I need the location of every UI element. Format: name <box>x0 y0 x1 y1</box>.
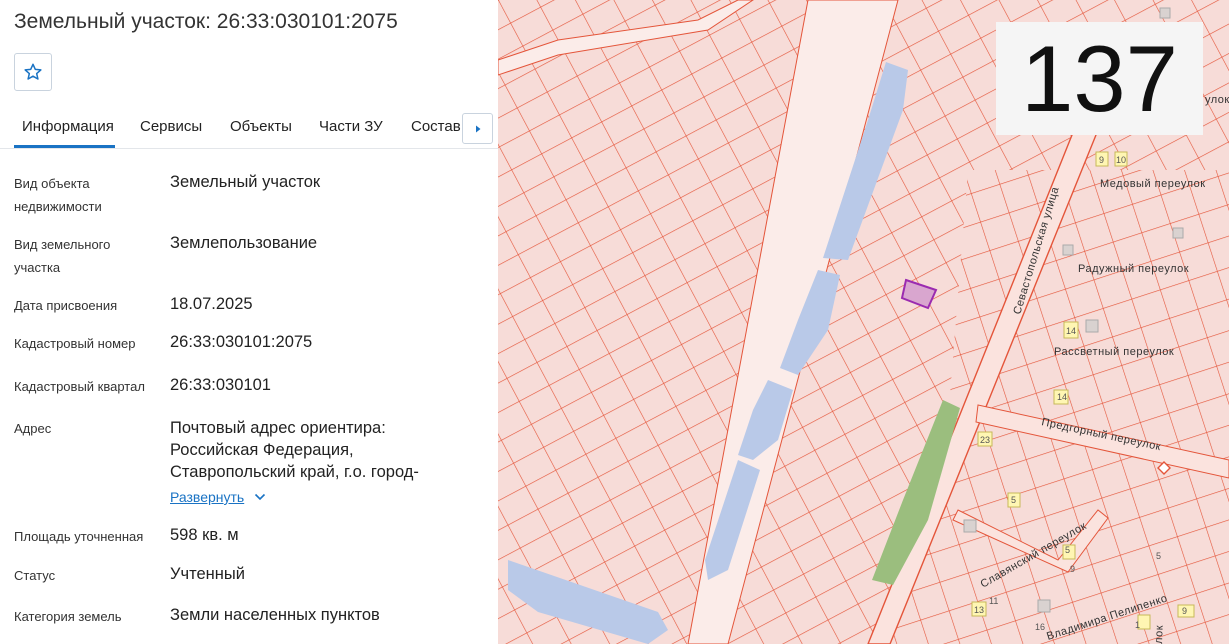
field-value-land-category: Земли населенных пунктов <box>170 606 380 624</box>
building-gray <box>1062 244 1074 256</box>
field-value-status: Учтенный <box>170 565 245 583</box>
street-label-ulok: улок <box>1205 94 1229 106</box>
house-number: 13 <box>974 605 984 615</box>
house-number: 9 <box>1099 155 1104 165</box>
chevron-down-icon <box>255 493 266 501</box>
tabs-scroll-right-button[interactable] <box>462 113 493 144</box>
field-label-cadastral-number: Кадастровый номер <box>14 336 136 351</box>
house-number: 11 <box>989 596 998 606</box>
house-number: 14 <box>1066 326 1076 336</box>
house-number: 16 <box>1035 622 1045 632</box>
building-gray <box>963 519 977 533</box>
street-label-medovy: Медовый переулок <box>1100 178 1206 190</box>
building-gray <box>1037 599 1051 613</box>
field-label-cadastral-quarter: Кадастровый квартал <box>14 379 145 394</box>
page-title: Земельный участок: 26:33:030101:2075 <box>14 10 398 33</box>
tab-composition[interactable]: Состав <box>411 118 461 135</box>
street-label-raduzhny: Радужный переулок <box>1078 263 1189 275</box>
building-gray <box>1085 319 1099 333</box>
street-label-lok: лок <box>1153 625 1166 644</box>
expand-address-link[interactable]: Развернуть <box>170 489 266 505</box>
house-number: 1 <box>1135 620 1140 630</box>
field-label-assign-date: Дата присвоения <box>14 298 118 313</box>
tab-parts[interactable]: Части ЗУ <box>319 118 383 135</box>
building-gray <box>1172 227 1184 239</box>
house-number: 14 <box>1057 392 1067 402</box>
active-tab-indicator <box>14 145 115 148</box>
house-number: 5 <box>1011 495 1016 505</box>
tabs-bar: Информация Сервисы Объекты Части ЗУ Сост… <box>0 104 498 149</box>
house-number: 10 <box>1116 155 1126 165</box>
expand-label: Развернуть <box>170 489 245 505</box>
field-label-land-type: Вид земельного участка <box>14 237 111 275</box>
caret-right-icon <box>475 125 480 132</box>
field-label-land-category: Категория земель <box>14 609 122 624</box>
field-value-land-type: Землепользование <box>170 234 318 252</box>
field-value-address: Почтовый адрес ориентира: Российская Фед… <box>170 419 419 481</box>
street-label-rassvetny: Рассветный переулок <box>1054 346 1174 358</box>
photo-counter: 137 <box>996 22 1203 135</box>
tab-information[interactable]: Информация <box>22 118 114 135</box>
field-value-cadastral-quarter: 26:33:030101 <box>170 376 271 394</box>
field-label-address: Адрес <box>14 421 52 436</box>
field-label-status: Статус <box>14 568 56 583</box>
field-value-cadastral-number: 26:33:030101:2075 <box>170 333 313 351</box>
house-number: 9 <box>1070 564 1075 574</box>
field-value-assign-date: 18.07.2025 <box>170 295 253 313</box>
info-panel: Земельный участок: 26:33:030101:2075 Инф… <box>0 0 498 644</box>
field-value-area: 598 кв. м <box>170 526 239 544</box>
tab-services[interactable]: Сервисы <box>140 118 202 135</box>
field-value-object-type: Земельный участок <box>170 173 321 191</box>
house-number: 5 <box>1065 545 1070 555</box>
house-number: 5 <box>1156 551 1161 561</box>
tab-objects[interactable]: Объекты <box>230 118 292 135</box>
house-number: 9 <box>1182 606 1187 616</box>
building-gray <box>1159 7 1171 19</box>
star-icon <box>24 63 42 80</box>
house-number: 23 <box>980 435 990 445</box>
favorite-button[interactable] <box>14 53 52 91</box>
field-label-object-type: Вид объекта недвижимости <box>14 176 102 214</box>
field-label-area: Площадь уточненная <box>14 529 144 544</box>
